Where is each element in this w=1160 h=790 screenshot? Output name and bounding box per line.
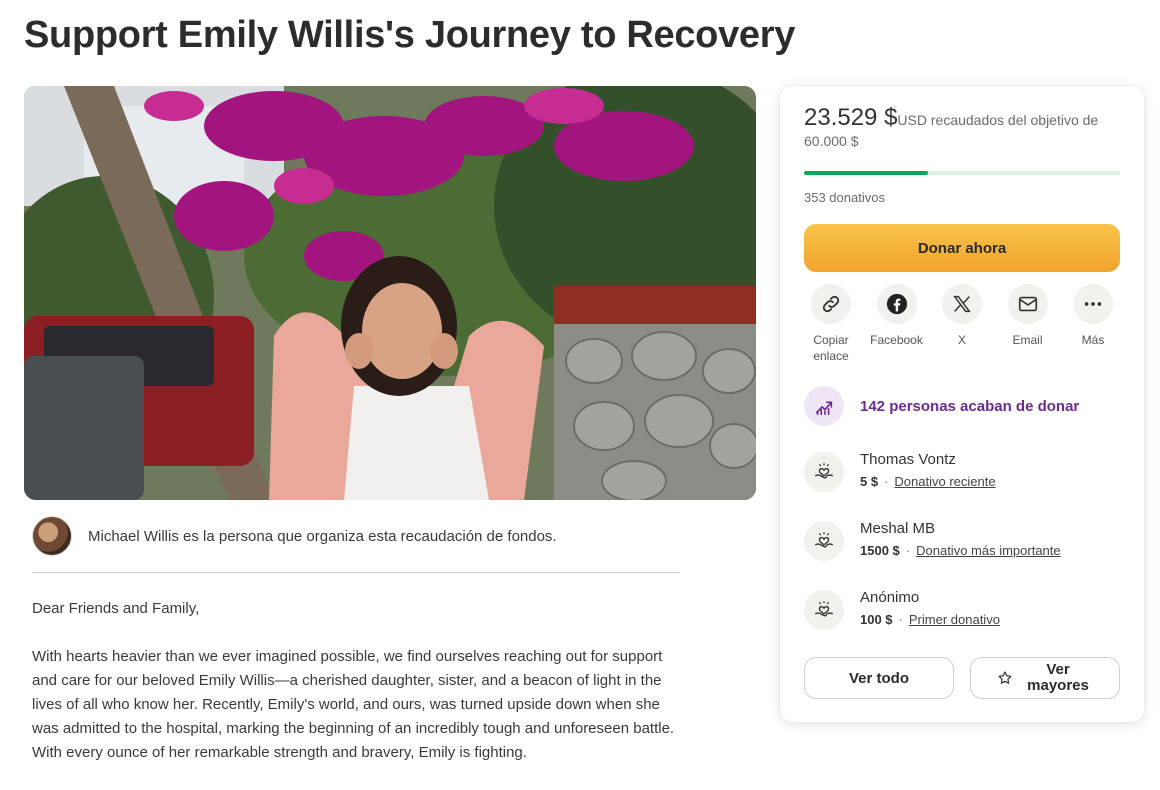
progress-bar bbox=[804, 171, 1120, 175]
donation-count: 353 donativos bbox=[804, 190, 885, 205]
raised-amount: 23.529 $ bbox=[804, 104, 898, 131]
donor-amount: 1500 $ bbox=[860, 543, 900, 558]
donor-amount: 100 $ bbox=[860, 612, 893, 627]
share-label: Más bbox=[1081, 333, 1105, 347]
trending-up-icon bbox=[804, 386, 844, 426]
share-more[interactable]: Más bbox=[1062, 284, 1124, 364]
recent-donations-text: 142 personas acaban de donar bbox=[860, 397, 1080, 415]
see-all-button[interactable]: Ver todo bbox=[804, 657, 954, 699]
facebook-icon bbox=[876, 284, 917, 324]
campaign-hero-image bbox=[24, 86, 756, 500]
organizer-avatar[interactable] bbox=[32, 516, 72, 556]
share-label: X bbox=[957, 333, 966, 347]
share-email[interactable]: Email bbox=[997, 284, 1059, 364]
donor-name: Thomas Vontz bbox=[860, 451, 956, 468]
divider bbox=[32, 572, 680, 573]
more-icon bbox=[1073, 284, 1113, 324]
donation-card: 23.529 $USD recaudados del objetivo de 6… bbox=[780, 86, 1144, 722]
heart-hand-icon bbox=[804, 590, 844, 630]
organizer-text: Michael Willis es la persona que organiz… bbox=[88, 527, 557, 545]
page-title: Support Emily Willis's Journey to Recove… bbox=[24, 14, 796, 56]
heart-hand-icon bbox=[804, 452, 844, 492]
donor-item: Thomas Vontz 5 $ · Donativo reciente bbox=[804, 450, 1120, 494]
raised-summary: 23.529 $USD recaudados del objetivo de 6… bbox=[804, 106, 1124, 152]
campaign-story: Dear Friends and Family, With hearts hea… bbox=[32, 597, 680, 789]
story-paragraph: Dear Friends and Family, bbox=[32, 600, 200, 617]
share-label: Facebook bbox=[870, 333, 923, 347]
donor-amount: 5 $ bbox=[860, 474, 879, 489]
see-top-label: Ver mayores bbox=[1027, 661, 1089, 694]
see-top-donations-button[interactable]: Ver mayores bbox=[970, 657, 1120, 699]
share-copy-link[interactable]: Copiar enlace bbox=[800, 284, 862, 364]
share-facebook[interactable]: Facebook bbox=[866, 284, 928, 364]
donor-item: Anónimo 100 $ · Primer donativo bbox=[804, 588, 1120, 632]
share-label: Email bbox=[1012, 333, 1043, 347]
share-row: Copiar enlace Facebook X Email Más bbox=[800, 284, 1124, 364]
share-label: Copiar enlace bbox=[813, 333, 849, 363]
donor-tag-link[interactable]: Donativo reciente bbox=[894, 474, 995, 489]
star-icon bbox=[997, 670, 1013, 686]
donor-name: Meshal MB bbox=[860, 520, 936, 537]
recent-donations-banner: 142 personas acaban de donar bbox=[804, 386, 1120, 426]
organizer-row: Michael Willis es la persona que organiz… bbox=[32, 515, 680, 557]
x-icon bbox=[942, 284, 982, 324]
story-paragraph: With hearts heavier than we ever imagine… bbox=[32, 648, 675, 761]
email-icon bbox=[1007, 284, 1048, 324]
donate-now-button[interactable]: Donar ahora bbox=[804, 224, 1120, 272]
link-icon bbox=[811, 284, 851, 324]
donor-tag-link[interactable]: Donativo más importante bbox=[916, 543, 1061, 558]
heart-hand-icon bbox=[804, 521, 844, 561]
donor-item: Meshal MB 1500 $ · Donativo más importante bbox=[804, 519, 1120, 563]
donor-name: Anónimo bbox=[860, 589, 920, 606]
progress-bar-fill bbox=[804, 171, 928, 175]
share-x[interactable]: X bbox=[931, 284, 993, 364]
donor-tag-link[interactable]: Primer donativo bbox=[909, 612, 1000, 627]
